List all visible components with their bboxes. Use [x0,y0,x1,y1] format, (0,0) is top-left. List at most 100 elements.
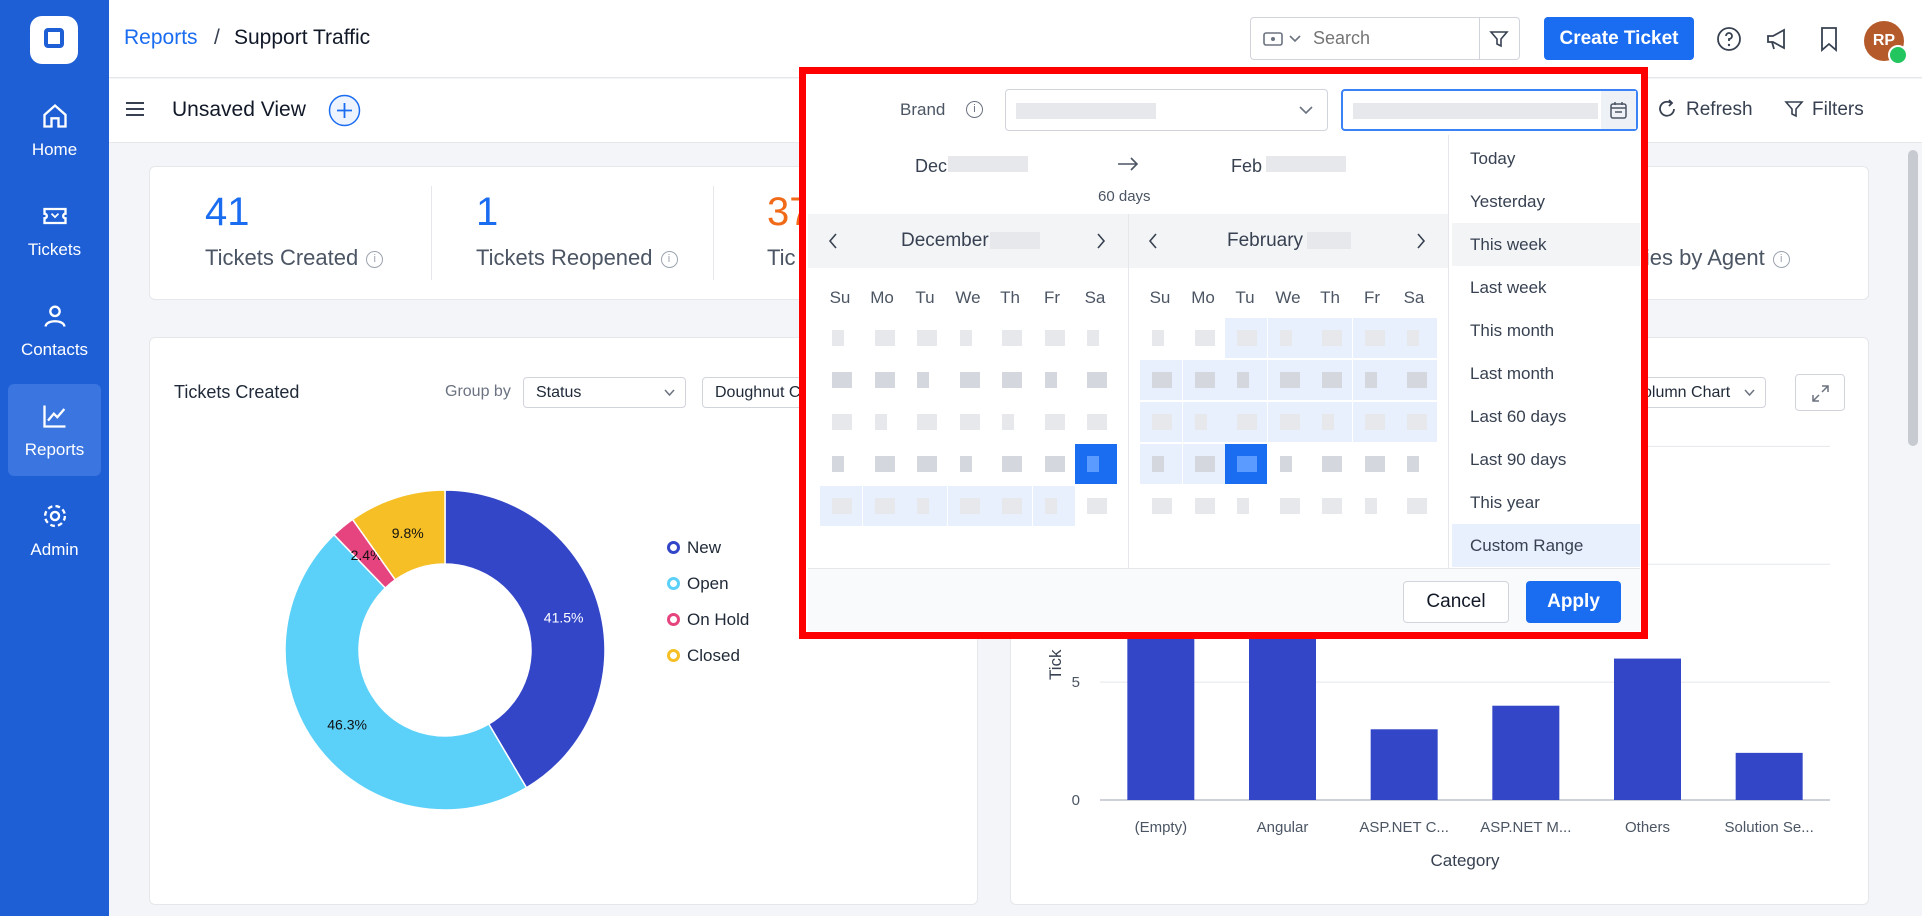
calendar-day[interactable] [1395,360,1437,400]
info-icon[interactable]: i [1772,250,1790,268]
bar[interactable] [1370,729,1438,800]
expand-button[interactable] [1795,374,1845,411]
group-by-select[interactable]: Status [523,377,686,408]
calendar-day[interactable] [905,402,947,442]
calendar-day[interactable] [1033,360,1075,400]
scrollbar-thumb[interactable] [1908,150,1918,446]
calendar-day[interactable] [863,360,905,400]
calendar-day[interactable] [1182,444,1225,484]
calendar-day[interactable] [1140,402,1182,442]
calendar-day[interactable] [1033,444,1075,484]
calendar-day[interactable] [1075,360,1117,400]
calendar-day[interactable] [1267,402,1310,442]
calendar-day[interactable] [1310,402,1352,442]
calendar-day[interactable] [1182,360,1225,400]
calendar-day[interactable] [1225,318,1267,358]
calendar-day[interactable] [1310,444,1352,484]
bar[interactable] [1249,611,1316,800]
calendar-day[interactable] [1225,486,1267,526]
prev-month-icon[interactable] [828,233,838,249]
calendar-day[interactable] [863,318,905,358]
calendar-day[interactable] [990,444,1032,484]
calendar-day[interactable] [1075,318,1117,358]
calendar-day[interactable] [1395,444,1437,484]
preset-item[interactable]: Last 60 days [1452,395,1640,438]
apply-button[interactable]: Apply [1526,581,1621,623]
preset-item[interactable]: Yesterday [1452,180,1640,223]
info-icon[interactable]: i [660,250,678,268]
ticket-type-icon[interactable] [1263,30,1283,48]
preset-item[interactable]: Last month [1452,352,1640,395]
calendar-day[interactable] [1140,486,1182,526]
calendar-day[interactable] [1310,360,1352,400]
calendar-day[interactable] [948,360,990,400]
calendar-day[interactable] [1268,444,1310,484]
filters-button[interactable]: Filters [1812,99,1864,121]
calendar-day[interactable] [1033,318,1075,358]
preset-item[interactable]: This week [1452,223,1640,266]
calendar-day[interactable] [1140,360,1182,400]
calendar-day[interactable] [1267,360,1310,400]
calendar-day[interactable] [947,486,990,526]
menu-icon[interactable] [126,101,144,117]
calendar-day[interactable] [1352,360,1395,400]
calendar-day[interactable] [820,402,862,442]
chart-type-select[interactable]: Doughnut C [702,377,802,408]
calendar-day[interactable] [1075,444,1117,484]
calendar-day[interactable] [863,444,905,484]
preset-item[interactable]: Last week [1452,266,1640,309]
calendar-day[interactable] [1267,318,1310,358]
sidebar-item-reports[interactable]: Reports [8,384,101,476]
date-range-input[interactable] [1341,89,1638,131]
info-icon[interactable]: i [366,250,384,268]
calendar-day[interactable] [990,402,1032,442]
help-icon[interactable] [1716,26,1742,52]
calendar-day[interactable] [905,360,947,400]
calendar-day[interactable] [1032,486,1075,526]
sidebar-item-contacts[interactable]: Contacts [8,284,101,376]
calendar-day[interactable] [1225,360,1267,400]
calendar-day[interactable] [1353,486,1395,526]
search-input[interactable] [1311,24,1471,53]
calendar-day[interactable] [1075,486,1117,526]
brand-select[interactable] [1005,89,1328,131]
calendar-day[interactable] [905,486,947,526]
calendar-day[interactable] [820,444,862,484]
next-month-icon[interactable] [1096,233,1106,249]
preset-item[interactable]: This year [1452,481,1640,524]
calendar-day[interactable] [1225,402,1267,442]
calendar-day[interactable] [820,360,862,400]
add-view-icon[interactable] [328,94,361,127]
sidebar-item-admin[interactable]: Admin [8,484,101,576]
calendar-day[interactable] [905,444,947,484]
calendar-day[interactable] [905,318,947,358]
calendar-day[interactable] [948,444,990,484]
preset-item[interactable]: This month [1452,309,1640,352]
calendar-day[interactable] [1182,402,1225,442]
calendar-day[interactable] [1353,444,1395,484]
calendar-day[interactable] [1075,402,1117,442]
cancel-button[interactable]: Cancel [1403,581,1509,623]
calendar-day[interactable] [1183,486,1225,526]
filter-icon[interactable] [1784,99,1804,119]
calendar-day[interactable] [1352,402,1395,442]
bar[interactable] [1735,752,1803,800]
calendar-day[interactable] [820,318,862,358]
calendar-day[interactable] [1310,318,1352,358]
megaphone-icon[interactable] [1764,25,1792,53]
create-ticket-button[interactable]: Create Ticket [1544,17,1694,60]
bar[interactable] [1492,705,1560,800]
calendar-day[interactable] [990,486,1032,526]
next-month-icon[interactable] [1416,233,1426,249]
calendar-day[interactable] [1395,486,1437,526]
chevron-down-icon[interactable] [1289,35,1301,43]
calendar-day[interactable] [948,318,990,358]
refresh-icon[interactable] [1656,98,1678,120]
calendar-day[interactable] [862,486,905,526]
calendar-day[interactable] [990,318,1032,358]
info-icon[interactable]: i [966,101,983,118]
preset-item[interactable]: Today [1452,137,1640,180]
calendar-day[interactable] [1395,318,1437,358]
calendar-day[interactable] [1352,318,1395,358]
calendar-day[interactable] [948,402,990,442]
